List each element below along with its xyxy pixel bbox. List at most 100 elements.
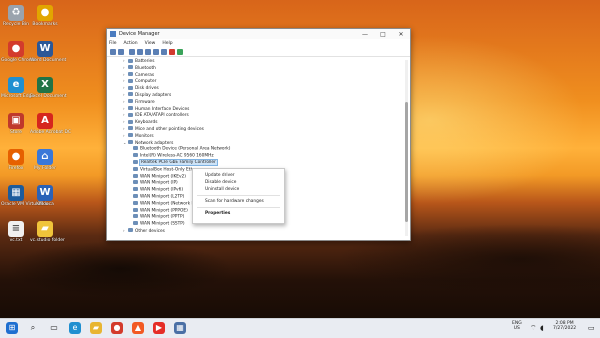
desktop-icon[interactable]: ▣ Store bbox=[1, 113, 31, 135]
tree-device[interactable]: Bluetooth Device (Personal Area Network) bbox=[107, 146, 401, 153]
chrome-icon[interactable]: ● bbox=[111, 322, 123, 334]
desktop-icon-label: KMdoca bbox=[36, 202, 54, 207]
taskbar: ENG US ⌔ ◖ 2:08 PM 7/27/2022 ▭ ⊞ ⌕ ▭ e ▰ ● ▲ ▶ ▦ bbox=[0, 318, 600, 338]
tree-category[interactable]: › Cameras bbox=[107, 72, 401, 79]
tree-device[interactable]: Realtek PCIe GbE Family Controller bbox=[107, 159, 401, 167]
menu-bar: File Action View Help bbox=[107, 39, 410, 47]
menu-uninstall-device[interactable]: Uninstall device bbox=[193, 186, 284, 193]
tree-category[interactable]: › Firmware bbox=[107, 99, 401, 106]
menu-properties[interactable]: Properties bbox=[193, 210, 284, 217]
scan-icon[interactable] bbox=[145, 48, 151, 55]
file-explorer-icon[interactable]: ▰ bbox=[90, 322, 102, 334]
desktop-icon[interactable]: ● Google Chrome bbox=[1, 41, 36, 63]
tree-item-label: Other devices bbox=[135, 228, 165, 234]
menu-help[interactable]: Help bbox=[162, 41, 172, 46]
search-icon[interactable]: ⌕ bbox=[27, 322, 39, 334]
tree-item-label: Batteries bbox=[135, 59, 155, 64]
desktop-icon[interactable]: ⌂ My Folder bbox=[30, 149, 60, 171]
tree-category[interactable]: › Other devices bbox=[107, 228, 401, 235]
desktop-icon[interactable]: ≡ vc.txt bbox=[1, 221, 31, 243]
tree-category[interactable]: ⌄ Network adapters bbox=[107, 140, 401, 147]
tree-item-label: WAN Miniport (Network M bbox=[140, 201, 196, 207]
device-icon bbox=[133, 214, 138, 219]
desktop-icon-label: Word Document bbox=[30, 58, 67, 63]
task-view-icon[interactable]: ▭ bbox=[48, 322, 60, 334]
device-manager-icon[interactable]: ▦ bbox=[174, 322, 186, 334]
minimize-button[interactable]: — bbox=[356, 31, 374, 38]
menu-disable-device[interactable]: Disable device bbox=[193, 179, 284, 186]
desktop-icon-label: My Folder bbox=[34, 166, 56, 171]
brave-icon[interactable]: ▲ bbox=[132, 322, 144, 334]
tree-category[interactable]: › Human Interface Devices bbox=[107, 106, 401, 113]
tree-category[interactable]: › Batteries bbox=[107, 58, 401, 65]
menu-update-driver[interactable]: Update driver bbox=[193, 172, 284, 179]
windows-start-icon[interactable]: ⊞ bbox=[6, 322, 18, 334]
tree-category[interactable]: › Bluetooth bbox=[107, 65, 401, 72]
tree-item-label: WAN Miniport (PPTP) bbox=[140, 214, 185, 220]
desktop-icon-label: Microsoft Edge bbox=[1, 94, 35, 99]
tree-device[interactable]: Intel(R) Wireless-AC 9560 160MHz bbox=[107, 153, 401, 160]
forward-icon[interactable] bbox=[118, 48, 124, 55]
tree-item-label: Keyboards bbox=[135, 120, 158, 126]
desktop-icon-label: Oracle VM VirtualBox bbox=[1, 202, 49, 207]
vertical-scrollbar[interactable] bbox=[405, 60, 408, 236]
device-icon bbox=[128, 140, 133, 145]
tree-item-label: Mice and other pointing devices bbox=[135, 126, 204, 132]
tree-item-label: Network adapters bbox=[135, 140, 174, 146]
maximize-button[interactable]: □ bbox=[374, 31, 392, 38]
excel-icon: X bbox=[37, 77, 53, 93]
enable-icon[interactable] bbox=[177, 48, 183, 55]
virtualbox-icon: ▦ bbox=[8, 185, 24, 201]
help-icon[interactable] bbox=[137, 48, 143, 55]
menu-action[interactable]: Action bbox=[124, 41, 138, 46]
menu-view[interactable]: View bbox=[145, 41, 156, 46]
desktop-icon-label: Bookmarks bbox=[32, 22, 58, 27]
notification-icon[interactable]: ▭ bbox=[588, 321, 595, 335]
desktop-icon[interactable]: X Excel Document bbox=[30, 77, 67, 99]
edge-icon[interactable]: e bbox=[69, 322, 81, 334]
file-icon: W bbox=[37, 185, 53, 201]
back-icon[interactable] bbox=[110, 48, 116, 55]
tree-category[interactable]: › IDE ATA/ATAPI controllers bbox=[107, 112, 401, 119]
volume-icon[interactable]: ◖ bbox=[540, 321, 544, 335]
desktop-icon[interactable]: ● Firefox bbox=[1, 149, 31, 171]
tree-category[interactable]: › Monitors bbox=[107, 133, 401, 140]
tree-item-label: VirtualBox Host-Only Ethe bbox=[140, 167, 196, 173]
title-bar[interactable]: Device Manager — □ ✕ bbox=[107, 29, 410, 39]
desktop-icon-label: vc.txt bbox=[9, 238, 23, 243]
tree-item-label: WAN Miniport (IKEv2) bbox=[140, 174, 186, 180]
tree-category[interactable]: › Computer bbox=[107, 78, 401, 85]
tree-item-label: Cameras bbox=[135, 72, 155, 78]
language-indicator[interactable]: ENG US bbox=[512, 321, 522, 331]
menu-scan-hardware[interactable]: Scan for hardware changes bbox=[193, 198, 284, 205]
desktop-icon[interactable]: A Adobe Acrobat DC bbox=[30, 113, 71, 135]
menu-file[interactable]: File bbox=[109, 41, 117, 46]
device-icon bbox=[128, 78, 133, 83]
firefox-icon: ● bbox=[8, 149, 24, 165]
desktop-icon[interactable]: W KMdoca bbox=[30, 185, 60, 207]
device-icon bbox=[133, 207, 138, 212]
tree-category[interactable]: › Mice and other pointing devices bbox=[107, 126, 401, 133]
desktop-icon[interactable]: e Microsoft Edge bbox=[1, 77, 35, 99]
tree-category[interactable]: › Disk drives bbox=[107, 85, 401, 92]
youtube-icon[interactable]: ▶ bbox=[153, 322, 165, 334]
desktop-icon[interactable]: ♻ Recycle Bin bbox=[1, 5, 31, 27]
properties-icon[interactable] bbox=[129, 48, 135, 55]
update-driver-icon[interactable] bbox=[161, 48, 167, 55]
clock[interactable]: 2:08 PM 7/27/2022 bbox=[553, 321, 576, 331]
desktop-icon[interactable]: ▰ vc.studio folder bbox=[30, 221, 65, 243]
desktop-icon[interactable]: W Word Document bbox=[30, 41, 67, 63]
toolbar bbox=[107, 47, 410, 57]
remove-icon[interactable] bbox=[169, 48, 175, 55]
clock-date: 7/27/2022 bbox=[553, 326, 577, 331]
device-manager-icon bbox=[110, 31, 116, 37]
desktop-icon[interactable]: ▦ Oracle VM VirtualBox bbox=[1, 185, 49, 207]
monitor-icon[interactable] bbox=[153, 48, 159, 55]
close-button[interactable]: ✕ bbox=[392, 31, 410, 38]
network-icon[interactable]: ⌔ bbox=[530, 321, 537, 335]
tree-category[interactable]: › Keyboards bbox=[107, 119, 401, 126]
desktop-icon[interactable]: ● Bookmarks bbox=[30, 5, 60, 27]
tree-category[interactable]: › Display adapters bbox=[107, 92, 401, 99]
scrollbar-thumb[interactable] bbox=[405, 102, 408, 222]
desktop-icon-label: Excel Document bbox=[30, 94, 67, 99]
